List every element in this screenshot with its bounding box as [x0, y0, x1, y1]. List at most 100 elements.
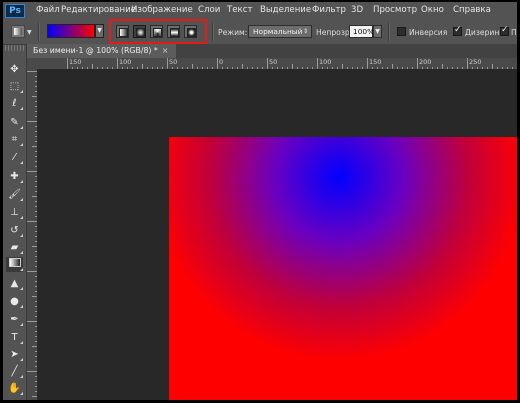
document-title: Без имени-1 @ 100% (RGB/8) *: [33, 46, 158, 55]
ruler-tick: [32, 146, 37, 147]
ruler-label: 100: [319, 58, 332, 66]
ruler-tick: [32, 346, 37, 347]
eyedropper-icon[interactable]: ⁄: [6, 150, 23, 165]
canvas-workspace[interactable]: [38, 69, 517, 400]
ruler-tick: [35, 251, 37, 252]
ruler-tick: [35, 386, 37, 387]
gradient-editor-swatch[interactable]: [47, 24, 95, 38]
ruler-tick: [35, 256, 37, 257]
marquee-icon[interactable]: ⬚: [6, 79, 23, 94]
ruler-tick: [35, 166, 37, 167]
lasso-icon[interactable]: ℓ: [6, 96, 23, 111]
ruler-tick: [35, 241, 37, 242]
ruler-tick: [35, 301, 37, 302]
tool-preset-picker[interactable]: [11, 25, 25, 38]
gradient-picker-dropdown[interactable]: ▼: [95, 24, 104, 38]
type-icon[interactable]: T: [6, 330, 23, 345]
ruler-tick: [35, 286, 37, 287]
brush-icon[interactable]: 🖌: [6, 187, 23, 202]
ruler-tick: [35, 116, 37, 117]
menu-edit[interactable]: Редактирование: [61, 5, 136, 15]
ruler-tick: [367, 58, 368, 69]
chevron-down-icon[interactable]: ▼: [27, 29, 32, 36]
mode-select[interactable]: Нормальный ⇕: [248, 25, 312, 38]
clone-stamp-icon[interactable]: ⊥: [6, 205, 23, 220]
ruler-tick: [67, 58, 68, 69]
ruler-tick: [32, 246, 37, 247]
ruler-tick: [35, 276, 37, 277]
line-icon[interactable]: ╱: [6, 364, 23, 379]
menu-window[interactable]: Окно: [421, 5, 444, 15]
healing-icon[interactable]: ✚: [6, 169, 23, 184]
ruler-tick: [35, 361, 37, 362]
ruler-tick: [35, 376, 37, 377]
hand-icon[interactable]: ✋: [6, 381, 23, 396]
ruler-tick: [35, 261, 37, 262]
ruler-tick: [35, 191, 37, 192]
chevron-down-icon: ⇕: [302, 28, 308, 35]
move-icon[interactable]: ✥: [6, 62, 23, 77]
reverse-checkbox[interactable]: [397, 27, 406, 36]
ruler-tick: [35, 381, 37, 382]
gradient-icon[interactable]: [6, 257, 23, 272]
ruler-tick: [32, 196, 37, 197]
menu-image[interactable]: Изображение: [131, 5, 193, 15]
document-canvas[interactable]: [169, 137, 517, 400]
ruler-label: 250: [469, 58, 482, 66]
quick-select-icon[interactable]: ✎: [6, 115, 23, 130]
document-tab[interactable]: Без имени-1 @ 100% (RGB/8) * ×: [27, 44, 177, 58]
ruler-tick: [217, 58, 218, 69]
menu-layers[interactable]: Слои: [198, 5, 220, 15]
document-tab-bar: Без имени-1 @ 100% (RGB/8) * ×: [27, 44, 517, 58]
transparency-label: Пр: [511, 28, 517, 37]
ruler-tick: [35, 226, 37, 227]
ruler-tick: [35, 86, 37, 87]
ruler-tick: [35, 366, 37, 367]
ruler-tick: [35, 126, 37, 127]
opacity-field[interactable]: 100%: [349, 25, 374, 38]
dither-checkbox[interactable]: [453, 25, 462, 36]
close-icon[interactable]: ×: [162, 46, 169, 55]
opacity-dropdown[interactable]: ▼: [373, 25, 382, 38]
history-brush-icon[interactable]: ↺: [6, 223, 23, 238]
ruler-label: 50: [269, 58, 278, 66]
ruler-tick: [35, 341, 37, 342]
blur-icon[interactable]: ▲: [6, 276, 23, 291]
reverse-label: Инверсия: [409, 28, 448, 37]
toolbox-grip[interactable]: [5, 45, 24, 51]
menu-file[interactable]: Файл: [36, 5, 60, 15]
crop-icon[interactable]: ⌗: [6, 132, 23, 147]
ruler-tick: [35, 356, 37, 357]
menu-filter[interactable]: Фильтр: [312, 5, 346, 15]
transparency-checkbox[interactable]: [500, 25, 509, 36]
ruler-tick: [27, 171, 37, 172]
path-select-icon[interactable]: ➤: [6, 347, 23, 362]
ruler-tick: [35, 111, 37, 112]
ruler-tick: [35, 291, 37, 292]
pen-icon[interactable]: ✒: [6, 312, 23, 327]
ruler-tick: [32, 96, 37, 97]
ruler-label: 50: [169, 58, 178, 66]
menu-view[interactable]: Просмотр: [373, 5, 417, 15]
ruler-tick: [467, 58, 468, 69]
separator: [388, 23, 390, 41]
vertical-ruler: [27, 69, 38, 400]
ruler-tick: [35, 336, 37, 337]
dither-label: Дизеринг: [465, 28, 504, 37]
ruler-tick: [167, 58, 168, 69]
ruler-tick: [35, 216, 37, 217]
dodge-icon[interactable]: ●: [6, 294, 23, 309]
ruler-tick: [32, 296, 37, 297]
ruler-tick: [27, 71, 37, 72]
menu-type[interactable]: Текст: [227, 5, 252, 15]
eraser-icon[interactable]: ▰: [6, 240, 23, 255]
menu-help[interactable]: Справка: [453, 5, 491, 15]
ruler-tick: [27, 121, 37, 122]
menu-3d[interactable]: 3D: [351, 5, 363, 15]
menu-select[interactable]: Выделение: [260, 5, 311, 15]
ruler-tick: [35, 351, 37, 352]
ruler-tick: [35, 316, 37, 317]
ruler-tick: [27, 271, 37, 272]
ruler-tick: [35, 136, 37, 137]
ruler-tick: [35, 231, 37, 232]
